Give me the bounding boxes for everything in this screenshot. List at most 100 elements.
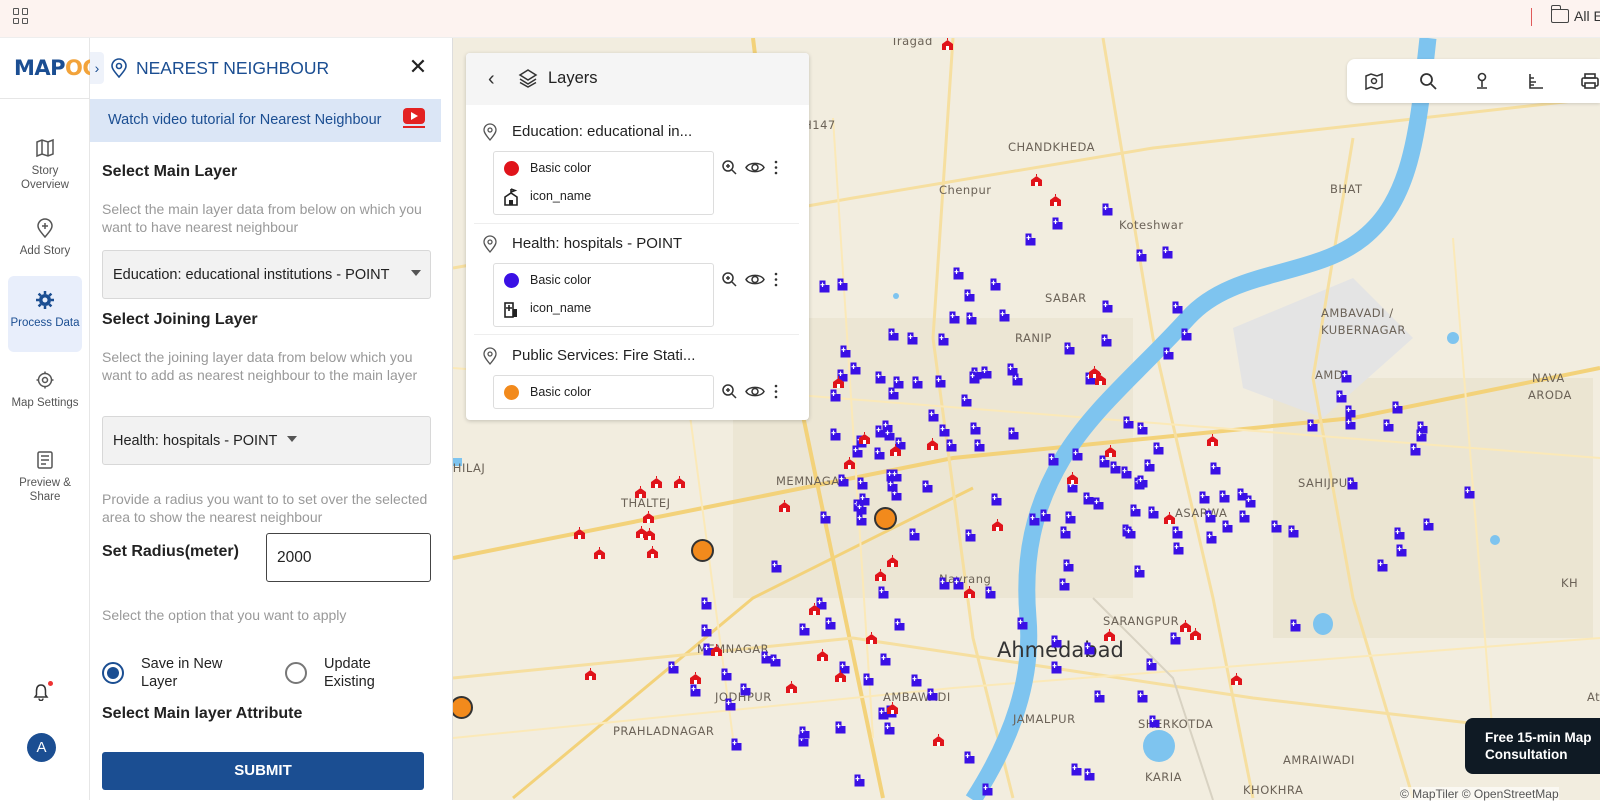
hospital-marker-icon[interactable] — [721, 668, 732, 681]
school-marker-icon[interactable] — [642, 511, 655, 524]
hospital-marker-icon[interactable] — [1084, 642, 1095, 655]
hospital-marker-icon[interactable] — [1137, 475, 1148, 488]
print-icon[interactable] — [1580, 71, 1600, 91]
hospital-marker-icon[interactable] — [838, 474, 849, 487]
school-marker-icon[interactable] — [646, 546, 659, 559]
school-marker-icon[interactable] — [635, 526, 648, 539]
hospital-marker-icon[interactable] — [970, 422, 981, 435]
hospital-marker-icon[interactable] — [1029, 513, 1040, 526]
school-marker-icon[interactable] — [593, 547, 606, 560]
locate-icon[interactable] — [1472, 71, 1492, 91]
nav-process-data[interactable]: Process Data — [8, 276, 82, 352]
more-vertical-icon[interactable] — [773, 383, 779, 400]
school-marker-icon[interactable] — [816, 649, 829, 662]
hospital-marker-icon[interactable] — [1347, 477, 1358, 490]
hospital-marker-icon[interactable] — [1172, 301, 1183, 314]
hospital-marker-icon[interactable] — [1130, 504, 1141, 517]
hospital-marker-icon[interactable] — [859, 493, 870, 506]
hospital-marker-icon[interactable] — [1153, 442, 1164, 455]
hospital-marker-icon[interactable] — [1071, 763, 1082, 776]
hospital-marker-icon[interactable] — [1146, 658, 1157, 671]
school-marker-icon[interactable] — [1230, 673, 1243, 686]
hospital-marker-icon[interactable] — [974, 439, 985, 452]
hospital-marker-icon[interactable] — [1025, 233, 1036, 246]
school-marker-icon[interactable] — [673, 476, 686, 489]
school-marker-icon[interactable] — [1206, 434, 1219, 447]
hospital-marker-icon[interactable] — [927, 688, 938, 701]
eye-icon[interactable] — [745, 383, 765, 400]
school-marker-icon[interactable] — [1163, 512, 1176, 525]
hospital-marker-icon[interactable] — [1102, 300, 1113, 313]
hospital-marker-icon[interactable] — [1048, 453, 1059, 466]
hospital-marker-icon[interactable] — [875, 371, 886, 384]
hospital-marker-icon[interactable] — [953, 267, 964, 280]
hospital-marker-icon[interactable] — [912, 376, 923, 389]
fire-station-marker[interactable] — [874, 507, 897, 530]
nav-add-story[interactable]: Add Story — [8, 204, 82, 280]
hospital-marker-icon[interactable] — [1181, 328, 1192, 341]
layer-name[interactable]: Education: educational in... — [512, 123, 692, 140]
hospital-marker-icon[interactable] — [761, 651, 772, 664]
hospital-marker-icon[interactable] — [1290, 619, 1301, 632]
hospital-marker-icon[interactable] — [1163, 347, 1174, 360]
hospital-marker-icon[interactable] — [1416, 429, 1427, 442]
nav-preview-share[interactable]: Preview & Share — [8, 436, 82, 512]
hospital-marker-icon[interactable] — [893, 376, 904, 389]
school-marker-icon[interactable] — [874, 569, 887, 582]
hospital-marker-icon[interactable] — [911, 674, 922, 687]
hospital-marker-icon[interactable] — [982, 783, 993, 796]
hospital-marker-icon[interactable] — [1345, 417, 1356, 430]
hospital-marker-icon[interactable] — [819, 280, 830, 293]
nav-story-overview[interactable]: Story Overview — [8, 124, 82, 200]
hospital-marker-icon[interactable] — [1052, 217, 1063, 230]
hospital-marker-icon[interactable] — [1219, 490, 1230, 503]
school-marker-icon[interactable] — [834, 670, 847, 683]
hospital-marker-icon[interactable] — [1123, 416, 1134, 429]
hospital-marker-icon[interactable] — [725, 698, 736, 711]
school-marker-icon[interactable] — [634, 486, 647, 499]
hospital-marker-icon[interactable] — [1137, 422, 1148, 435]
hospital-marker-icon[interactable] — [1345, 405, 1356, 418]
hospital-marker-icon[interactable] — [1245, 495, 1256, 508]
hospital-marker-icon[interactable] — [1063, 559, 1074, 572]
school-marker-icon[interactable] — [1094, 373, 1107, 386]
school-marker-icon[interactable] — [941, 38, 954, 51]
hospital-marker-icon[interactable] — [1040, 509, 1051, 522]
hospital-marker-icon[interactable] — [830, 428, 841, 441]
hospital-marker-icon[interactable] — [825, 617, 836, 630]
hospital-marker-icon[interactable] — [939, 424, 950, 437]
hospital-marker-icon[interactable] — [991, 493, 1002, 506]
apps-grid-icon[interactable] — [13, 8, 29, 24]
school-marker-icon[interactable] — [573, 527, 586, 540]
hospital-marker-icon[interactable] — [1172, 526, 1183, 539]
hospital-marker-icon[interactable] — [1392, 401, 1403, 414]
hospital-marker-icon[interactable] — [1239, 510, 1250, 523]
hospital-marker-icon[interactable] — [1394, 527, 1405, 540]
hospital-marker-icon[interactable] — [854, 774, 865, 787]
eye-icon[interactable] — [745, 159, 765, 176]
hospital-marker-icon[interactable] — [840, 345, 851, 358]
school-marker-icon[interactable] — [991, 519, 1004, 532]
joining-layer-select[interactable]: Health: hospitals - POINT — [102, 416, 431, 465]
hospital-marker-icon[interactable] — [820, 511, 831, 524]
hospital-marker-icon[interactable] — [1134, 565, 1145, 578]
hospital-marker-icon[interactable] — [1072, 448, 1083, 461]
folder-icon[interactable] — [1550, 5, 1569, 23]
hospital-marker-icon[interactable] — [1065, 511, 1076, 524]
hospital-marker-icon[interactable] — [701, 597, 712, 610]
hospital-marker-icon[interactable] — [1007, 363, 1018, 376]
hospital-marker-icon[interactable] — [1094, 690, 1105, 703]
avatar[interactable]: A — [27, 733, 56, 762]
submit-button[interactable]: SUBMIT — [102, 752, 424, 790]
hospital-marker-icon[interactable] — [949, 311, 960, 324]
school-marker-icon[interactable] — [858, 432, 871, 445]
hospital-marker-icon[interactable] — [1199, 491, 1210, 504]
hospital-marker-icon[interactable] — [884, 722, 895, 735]
hospital-marker-icon[interactable] — [1271, 520, 1282, 533]
school-marker-icon[interactable] — [865, 632, 878, 645]
hospital-marker-icon[interactable] — [965, 529, 976, 542]
school-marker-icon[interactable] — [710, 644, 723, 657]
radius-input[interactable]: 2000 — [266, 533, 431, 582]
hospital-marker-icon[interactable] — [1336, 390, 1347, 403]
all-files-link[interactable]: All E — [1574, 8, 1600, 24]
